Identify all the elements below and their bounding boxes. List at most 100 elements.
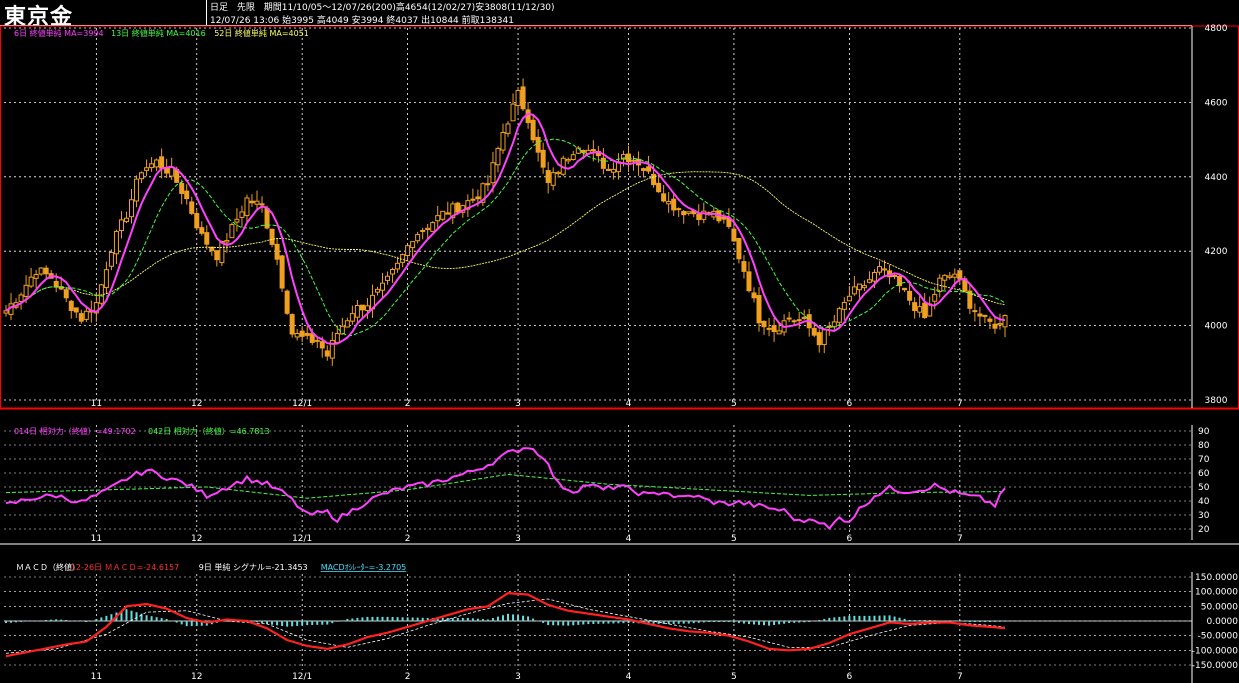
candle-body [314,339,320,342]
candle-body [761,320,767,328]
candle-body [500,132,506,151]
candle-body [721,216,727,220]
price-y-tick: 3800 [1205,396,1228,406]
macd-x-tick: 4 [626,672,632,682]
candle-body [565,158,571,162]
candle-body [871,271,877,282]
rsi-y-tick: 90 [1198,427,1210,437]
candle-body [113,230,119,255]
candle-body [545,170,551,183]
candle-body [445,212,451,215]
candle-body [470,198,476,201]
macd-y-tick: -150.0000 [1192,661,1238,671]
candle-body [671,198,677,211]
candle-body [349,313,355,322]
candle-body [405,245,411,256]
candle-body [846,295,852,302]
candle-body [374,288,380,293]
candle-body [244,197,250,217]
price-y-tick: 4800 [1205,24,1228,34]
ma6-line [5,112,1006,345]
candle-body [18,294,24,302]
candle-body [108,252,114,267]
price-x-tick: 6 [847,399,853,409]
candle-body [856,283,862,291]
macd-x-tick: 2 [405,672,411,682]
candle-body [38,267,44,275]
candle-body [942,274,948,281]
candle-body [515,90,521,106]
price-x-tick: 12/1 [292,399,312,409]
candle-body [977,313,983,317]
rsi-y-tick: 50 [1198,483,1210,493]
candle-body [415,234,421,242]
candle-body [600,157,606,169]
candle-body [144,167,150,171]
rsi-y-tick: 80 [1198,441,1210,451]
candle-body [78,313,84,322]
candle-body [751,292,757,299]
macd-line [5,591,1006,658]
rsi-x-tick: 2 [405,534,411,544]
rsi-legend-1: 014日 相対力（終値）=49.1702 [14,426,136,436]
macd-y-tick: 0.0000 [1207,617,1239,627]
candle-body [279,255,285,289]
candle-body [324,350,330,357]
macd-legend-3: 9日 単純 シグナル=-21.3453 [199,562,308,572]
candle-body [510,103,516,122]
candle-body [801,316,807,319]
candle-body [53,281,59,288]
rsi-legend-2: 042日 相対力（終値）=46.7813 [148,426,270,436]
price-legend-2: 13日 終値単純 MA=4016 [111,28,206,38]
candle-body [676,208,682,211]
chart-canvas: 4800 4600 4400 4200 4000 3800 11 11 11 12 12 12 12/1… [0,24,1239,683]
candle-body [239,211,245,218]
candle-body [284,290,290,314]
candle-body [63,289,69,299]
candle-body [646,166,652,172]
candle-body [811,327,817,336]
macd-x-tick: 5 [731,672,737,682]
candle-body [982,314,988,317]
candle-body [610,168,616,173]
macd-x-tick: 3 [515,672,521,682]
candle-body [149,163,155,169]
rsi-y-tick: 60 [1198,469,1210,479]
candle-body [746,271,752,292]
candle-body [3,310,9,314]
price-x-tick: 3 [515,399,521,409]
candle-body [816,332,822,346]
candle-body [505,123,511,134]
candle-body [580,150,586,153]
candle-body [194,213,200,229]
candle-body [364,305,370,311]
candle-body [430,222,436,232]
macd-legend-2: 12-26日 ＭＡＣＤ=-24.6157 [71,563,179,572]
candle-body [1002,315,1008,328]
candle-body [656,182,662,193]
price-y-tick: 4400 [1205,173,1228,183]
candle-body [952,273,958,278]
candle-body [28,276,34,287]
candle-body [741,261,747,272]
candle-body [836,308,842,323]
candle-body [947,275,953,278]
candle-body [334,333,340,344]
candle-body [68,300,74,311]
candle-body [98,284,104,304]
candle-body [103,269,109,289]
rsi-x-tick: 4 [626,534,632,544]
candle-body [957,270,963,280]
candle-body [123,217,129,223]
candle-body [731,228,737,242]
candle-body [390,268,396,275]
candle-body [229,224,235,239]
candle-body [164,167,170,174]
candle-body [259,203,265,206]
candle-body [756,295,762,324]
rsi-x-tick: 6 [847,534,853,544]
candle-body [535,136,541,153]
candle-body [339,325,345,335]
rsi-x-tick: 11 [91,534,102,544]
candle-body [686,211,692,214]
